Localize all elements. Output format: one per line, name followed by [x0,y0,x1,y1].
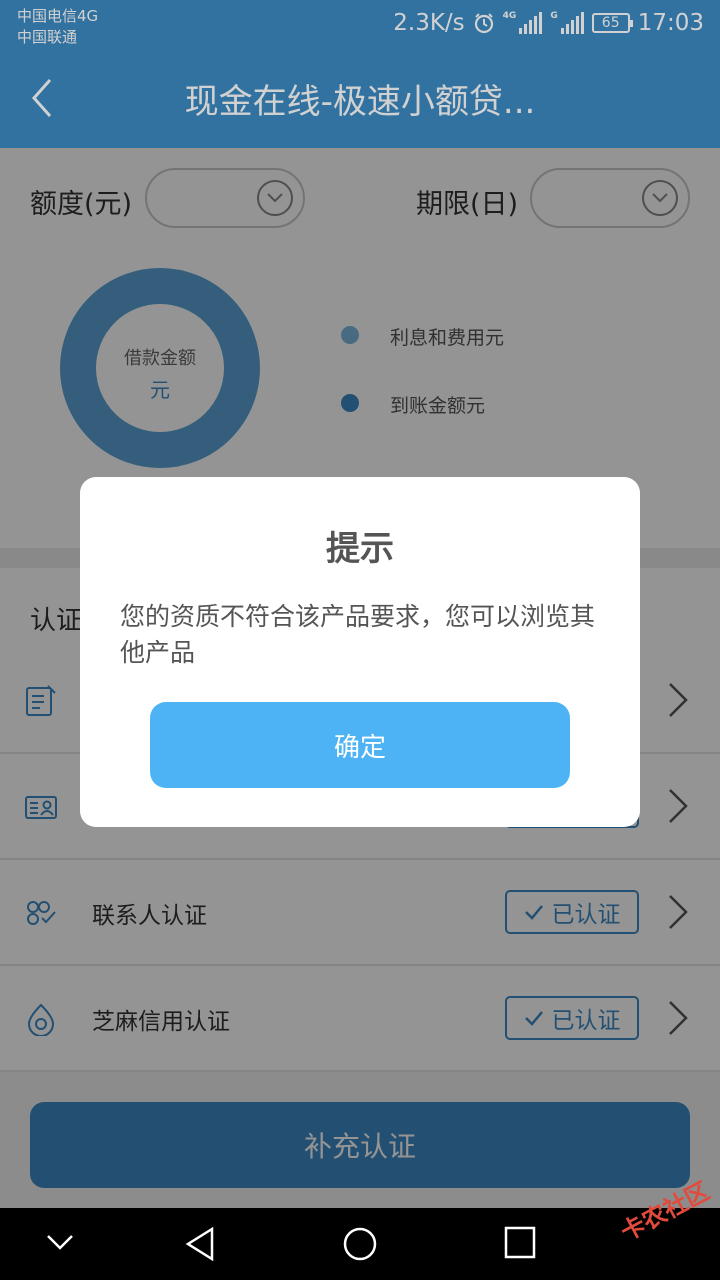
system-nav-bar [0,1208,720,1280]
modal-backdrop-top [0,0,720,148]
dialog-message: 您的资质不符合该产品要求，您可以浏览其他产品 [120,602,596,667]
chevron-down-icon[interactable] [46,1234,74,1252]
confirm-button[interactable]: 确定 [150,702,570,788]
nav-recents-icon[interactable] [504,1226,536,1260]
nav-home-icon[interactable] [342,1226,378,1262]
alert-dialog: 提示 您的资质不符合该产品要求，您可以浏览其他产品 确定 [80,477,640,827]
nav-back-icon[interactable] [184,1226,216,1262]
dialog-title: 提示 [326,529,394,569]
